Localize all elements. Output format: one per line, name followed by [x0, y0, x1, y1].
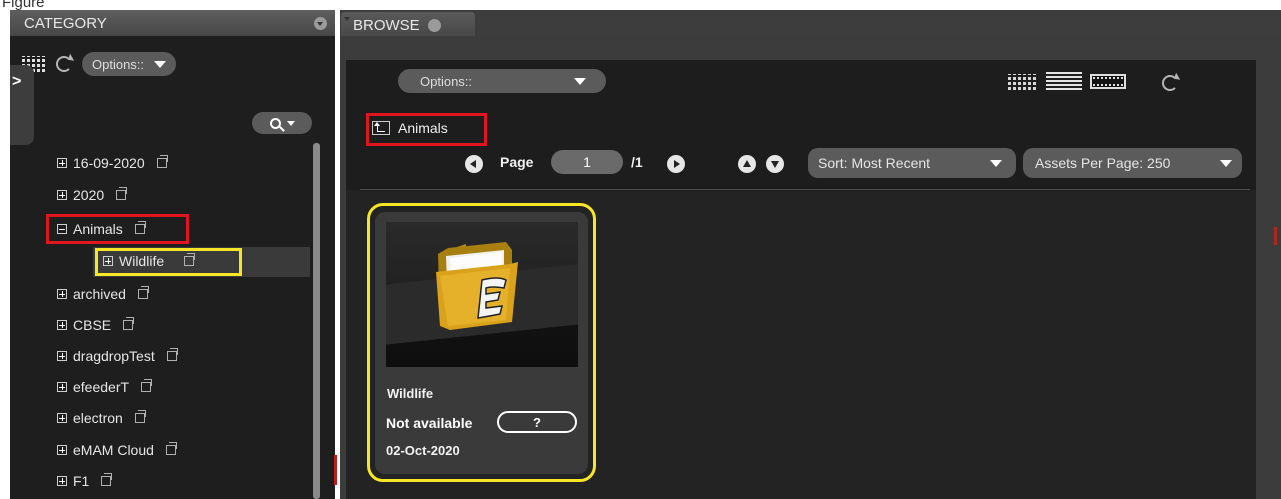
- chevron-down-icon: [286, 120, 295, 126]
- options-label: Options::: [420, 73, 473, 89]
- chevron-down-icon: [1220, 159, 1232, 167]
- open-external-icon[interactable]: [123, 317, 135, 330]
- tree-item-label: electron: [73, 410, 123, 426]
- tab-strip: [340, 10, 1281, 36]
- open-external-icon[interactable]: [165, 442, 177, 455]
- expand-icon[interactable]: [57, 190, 67, 200]
- expand-icon[interactable]: [57, 320, 67, 330]
- refresh-icon[interactable]: [56, 56, 72, 72]
- arrow-right-icon: [674, 160, 680, 168]
- open-external-icon[interactable]: [156, 155, 168, 168]
- open-external-icon[interactable]: [116, 187, 128, 200]
- list-view-icon[interactable]: [1046, 72, 1082, 90]
- expand-side-tab[interactable]: >: [10, 65, 34, 145]
- next-page-button[interactable]: [667, 155, 685, 173]
- open-external-icon[interactable]: [166, 348, 178, 361]
- tree-item-label: 16-09-2020: [73, 155, 145, 171]
- chevron-down-icon: [154, 60, 167, 68]
- category-title: CATEGORY: [24, 14, 107, 32]
- expand-icon[interactable]: [57, 158, 67, 168]
- expand-icon[interactable]: [57, 413, 67, 423]
- arrow-down-icon: [771, 161, 779, 168]
- arrow-up-icon: [743, 160, 751, 167]
- expand-icon[interactable]: [57, 351, 67, 361]
- collapse-toggle-icon[interactable]: [427, 18, 441, 32]
- tree-item[interactable]: eMAM Cloud: [57, 439, 177, 461]
- annotation-highlight-red: [366, 113, 487, 146]
- expand-icon[interactable]: [57, 445, 67, 455]
- open-external-icon[interactable]: [101, 473, 113, 486]
- filmstrip-view-icon[interactable]: [1090, 74, 1126, 89]
- tree-item[interactable]: electron: [57, 407, 146, 429]
- prev-page-button[interactable]: [465, 155, 483, 173]
- tree-item-label: F1: [73, 473, 90, 489]
- tree-scrollbar[interactable]: [313, 143, 320, 499]
- category-toolbar: Options::: [22, 52, 177, 76]
- toolbar-divider: [360, 189, 1250, 190]
- collapse-toggle-icon[interactable]: [314, 17, 327, 30]
- browse-options-dropdown[interactable]: Options::: [398, 69, 606, 93]
- expand-icon[interactable]: [57, 476, 67, 486]
- tree-item[interactable]: efeederT: [57, 376, 153, 398]
- category-options-dropdown[interactable]: Options::: [82, 52, 177, 76]
- tree-item-label: 2020: [73, 187, 105, 203]
- search-icon: [269, 117, 281, 129]
- annotation-highlight-red: [46, 214, 189, 244]
- search-button[interactable]: [252, 112, 312, 134]
- page-total: /1: [631, 154, 643, 170]
- expand-icon[interactable]: [57, 289, 67, 299]
- tree-item-label: eMAM Cloud: [73, 442, 154, 458]
- refresh-icon[interactable]: [1162, 75, 1178, 91]
- open-external-icon[interactable]: [134, 410, 146, 423]
- tree-item[interactable]: dragdropTest: [57, 345, 178, 367]
- tree-item-label: archived: [73, 286, 126, 302]
- chevron-down-icon: [574, 77, 586, 85]
- chevron-right-icon: >: [12, 73, 22, 90]
- sort-descending-button[interactable]: [766, 155, 784, 173]
- tree-item[interactable]: 2020: [57, 184, 128, 206]
- expand-icon[interactable]: [57, 382, 67, 392]
- annotation-highlight-yellow: [95, 248, 242, 276]
- resize-splitter[interactable]: [334, 455, 337, 485]
- annotation-highlight-yellow: [367, 203, 596, 482]
- tree-item[interactable]: archived: [57, 283, 149, 305]
- tab-browse[interactable]: BROWSE: [341, 12, 475, 38]
- category-header: CATEGORY: [10, 10, 335, 36]
- page-number-input[interactable]: [551, 150, 623, 174]
- chevron-down-icon: [990, 159, 1002, 167]
- options-label: Options::: [92, 56, 145, 72]
- sort-dropdown[interactable]: Sort: Most Recent: [808, 148, 1016, 178]
- open-external-icon[interactable]: [137, 286, 149, 299]
- sort-label: Sort: Most Recent: [818, 155, 931, 171]
- tree-item[interactable]: F1: [57, 470, 113, 492]
- assets-per-page-label: Assets Per Page: 250: [1035, 155, 1171, 171]
- tree-item[interactable]: 16-09-2020: [57, 152, 168, 174]
- open-external-icon[interactable]: [141, 379, 153, 392]
- resize-marker: [1274, 227, 1277, 245]
- grid-view-icon[interactable]: [1008, 74, 1038, 90]
- tab-label: BROWSE: [353, 16, 420, 34]
- arrow-left-icon: [470, 160, 476, 168]
- tree-item[interactable]: CBSE: [57, 314, 135, 336]
- page-label: Page: [500, 154, 534, 170]
- tree-item-label: efeederT: [73, 379, 130, 395]
- tree-item-label: CBSE: [73, 317, 112, 333]
- sort-ascending-button[interactable]: [738, 155, 756, 173]
- assets-per-page-dropdown[interactable]: Assets Per Page: 250: [1023, 148, 1242, 178]
- tree-item-label: dragdropTest: [73, 348, 155, 364]
